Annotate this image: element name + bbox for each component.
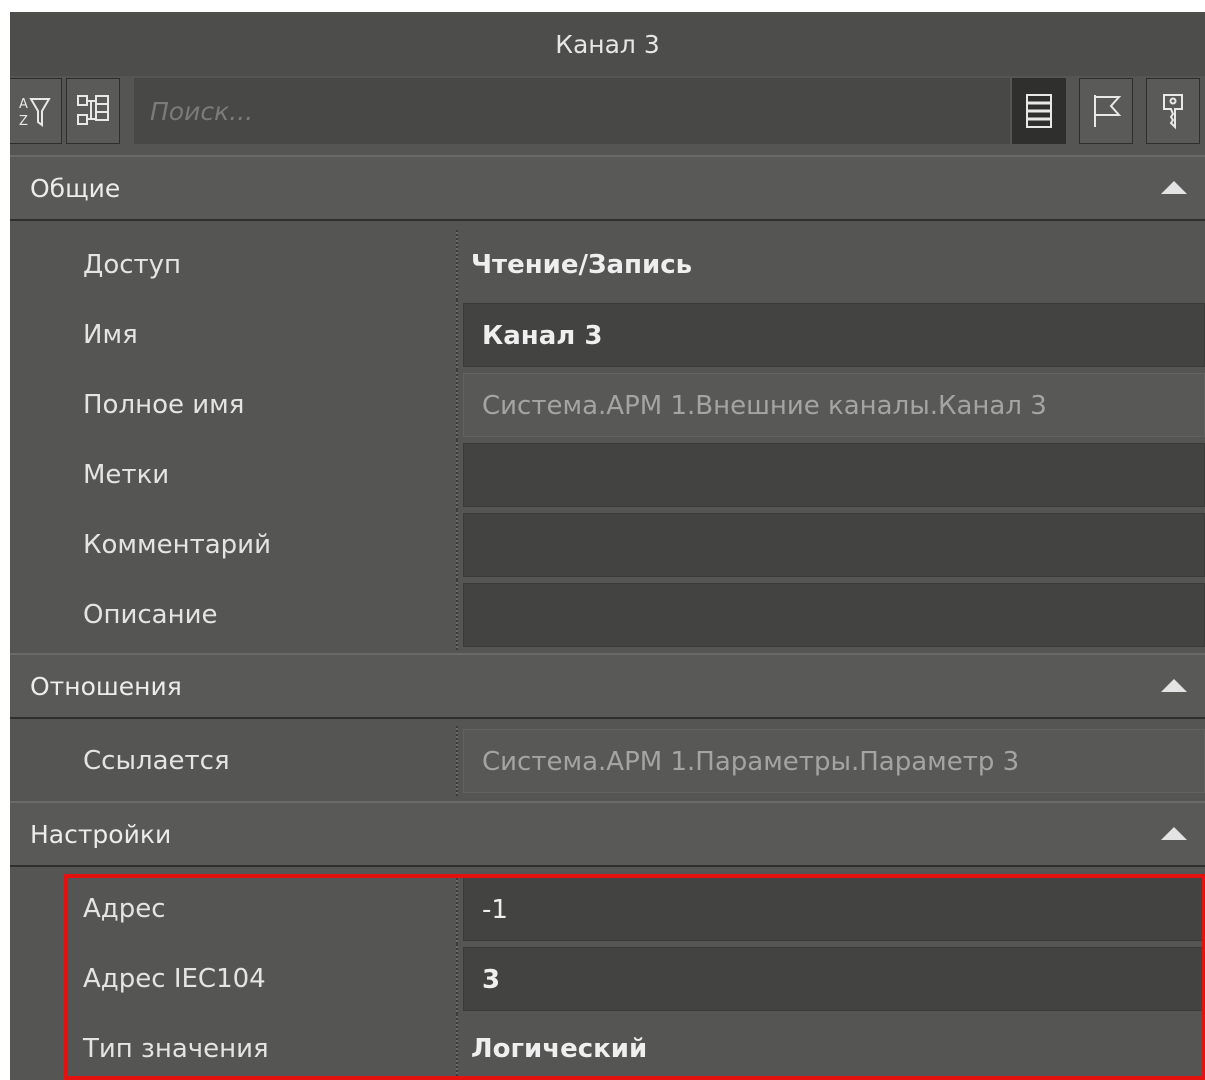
flag-icon [1094, 95, 1122, 127]
collapse-arrow-icon[interactable] [1161, 827, 1187, 840]
section-relations-header[interactable]: Отношения [10, 653, 1205, 719]
references-value: Система.АРМ 1.Параметры.Параметр 3 [463, 729, 1205, 793]
property-label: Комментарий [83, 530, 271, 560]
column-splitter[interactable] [456, 1014, 458, 1080]
flag-button[interactable] [1079, 78, 1133, 144]
sort-filter-button[interactable]: A Z [10, 78, 62, 144]
property-row-references: Ссылается Система.АРМ 1.Параметры.Параме… [10, 726, 1205, 796]
property-row-value-type: Тип значения Логический [10, 1014, 1205, 1080]
section-settings-title: Настройки [30, 819, 172, 849]
sort-alpha-filter-icon: A Z [19, 97, 51, 129]
key-icon [1163, 94, 1183, 130]
list-view-icon [1026, 94, 1052, 128]
property-row-full-name: Полное имя Система.АРМ 1.Внешние каналы.… [10, 370, 1205, 440]
panel-title: Канал 3 [10, 12, 1205, 76]
property-label: Адрес [83, 894, 166, 924]
tags-field[interactable] [463, 443, 1205, 507]
description-field[interactable] [463, 583, 1205, 647]
access-value[interactable]: Чтение/Запись [463, 233, 1205, 297]
search-input[interactable] [134, 78, 1010, 144]
toolbar: A Z [10, 76, 1205, 157]
property-row-tags: Метки [10, 440, 1205, 510]
categorize-icon [77, 95, 109, 125]
section-general-title: Общие [30, 173, 121, 203]
column-splitter[interactable] [456, 510, 458, 580]
svg-text:A: A [19, 97, 28, 112]
property-row-description: Описание [10, 580, 1205, 650]
property-label: Тип значения [83, 1034, 269, 1064]
properties-panel: Канал 3 A Z Поиск... Общие Доступ Чтение… [10, 12, 1205, 1080]
list-view-button[interactable] [1012, 78, 1066, 144]
column-splitter[interactable] [456, 230, 458, 300]
name-field[interactable]: Канал 3 [463, 303, 1205, 367]
property-row-name: Имя Канал 3 [10, 300, 1205, 370]
column-splitter[interactable] [456, 944, 458, 1014]
collapse-arrow-icon[interactable] [1161, 679, 1187, 692]
iec104-address-field[interactable]: 3 [463, 947, 1205, 1011]
address-field[interactable]: -1 [463, 877, 1205, 941]
key-button[interactable] [1146, 78, 1200, 144]
column-splitter[interactable] [456, 440, 458, 510]
property-label: Метки [83, 460, 170, 490]
property-label: Полное имя [83, 390, 245, 420]
property-label: Описание [83, 600, 218, 630]
section-settings-header[interactable]: Настройки [10, 801, 1205, 867]
column-splitter[interactable] [456, 370, 458, 440]
collapse-arrow-icon[interactable] [1161, 181, 1187, 194]
section-relations-title: Отношения [30, 671, 182, 701]
property-label: Доступ [83, 250, 182, 280]
property-label: Адрес IEC104 [83, 964, 266, 994]
svg-text:Z: Z [19, 114, 28, 129]
column-splitter[interactable] [456, 726, 458, 796]
categorize-button[interactable] [66, 78, 120, 144]
full-name-value: Система.АРМ 1.Внешние каналы.Канал 3 [463, 373, 1205, 437]
property-row-iec104-address: Адрес IEC104 3 [10, 944, 1205, 1014]
column-splitter[interactable] [456, 300, 458, 370]
comment-field[interactable] [463, 513, 1205, 577]
property-row-comment: Комментарий [10, 510, 1205, 580]
property-row-access: Доступ Чтение/Запись [10, 230, 1205, 300]
property-row-address: Адрес -1 [10, 874, 1205, 944]
column-splitter[interactable] [456, 580, 458, 650]
property-label: Ссылается [83, 746, 230, 776]
column-splitter[interactable] [456, 874, 458, 944]
property-label: Имя [83, 320, 138, 350]
section-general-header[interactable]: Общие [10, 155, 1205, 221]
panel-title-text: Канал 3 [555, 29, 660, 59]
value-type-value[interactable]: Логический [463, 1017, 1205, 1080]
